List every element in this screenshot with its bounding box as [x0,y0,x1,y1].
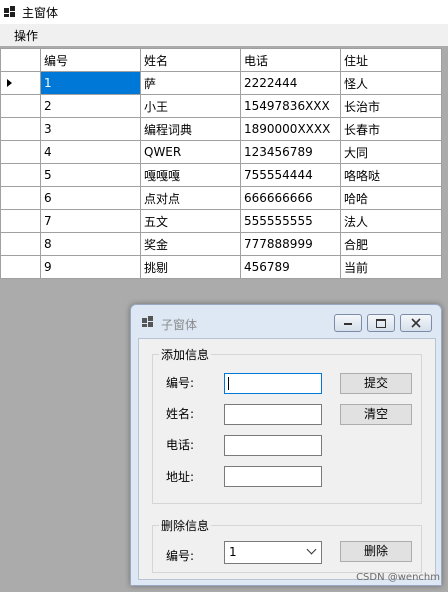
cell-id[interactable]: 2 [40,94,141,118]
child-window-title: 子窗体 [161,318,198,332]
main-title-bar: 主窗体 [0,0,448,24]
cell-id[interactable]: 9 [40,255,141,279]
column-header-address[interactable]: 住址 [340,48,442,72]
cell-name[interactable]: 嘎嘎嘎 [140,163,241,187]
cell-phone[interactable]: 755554444 [240,163,341,187]
grid-header-row: 编号 姓名 电话 住址 [0,48,442,72]
delete-id-label: 编号: [166,549,195,563]
close-icon [411,318,421,328]
address-input[interactable] [224,466,322,487]
row-header[interactable] [0,71,41,95]
id-label: 编号: [166,376,195,390]
cell-name[interactable]: 萨 [140,71,241,95]
restore-button[interactable] [367,314,395,332]
row-header[interactable] [0,94,41,118]
address-label: 地址: [166,470,195,484]
delete-button[interactable]: 删除 [340,541,412,562]
table-row[interactable]: 8 奖金 777888999 合肥 [0,232,442,256]
menu-operate[interactable]: 操作 [14,27,38,44]
table-row[interactable]: 7 五文 555555555 法人 [0,209,442,233]
cell-name[interactable]: 小王 [140,94,241,118]
cell-id[interactable]: 4 [40,140,141,164]
cell-name[interactable]: 五文 [140,209,241,233]
phone-input[interactable] [224,435,322,456]
cell-name[interactable]: 奖金 [140,232,241,256]
cell-phone[interactable]: 456789 [240,255,341,279]
column-header-phone[interactable]: 电话 [240,48,341,72]
table-row[interactable]: 2 小王 15497836XXX 长治市 [0,94,442,118]
cell-name[interactable]: QWER [140,140,241,164]
id-input[interactable] [224,373,322,394]
cell-name[interactable]: 挑剔 [140,255,241,279]
add-info-group: 添加信息 编号: 姓名: 电话: 地址: 提交 清空 [152,346,422,504]
cell-address[interactable]: 合肥 [340,232,442,256]
cell-phone[interactable]: 123456789 [240,140,341,164]
cell-phone[interactable]: 15497836XXX [240,94,341,118]
row-header[interactable] [0,140,41,164]
cell-id[interactable]: 1 [40,71,141,95]
child-window: 子窗体 添加信息 编号: 姓名: 电话: 地址: 提交 清空 删除信息 编号: … [130,304,442,586]
delete-info-group: 删除信息 编号: 1 删除 [152,517,422,573]
delete-info-group-title: 删除信息 [159,517,212,534]
delete-id-select-value: 1 [229,545,237,559]
table-row[interactable]: 6 点对点 666666666 哈哈 [0,186,442,210]
main-window-title: 主窗体 [22,6,59,20]
restore-icon [376,319,386,328]
cell-address[interactable]: 当前 [340,255,442,279]
row-header[interactable] [0,255,41,279]
clear-button[interactable]: 清空 [340,404,412,425]
cell-phone[interactable]: 777888999 [240,232,341,256]
cell-name[interactable]: 点对点 [140,186,241,210]
row-header[interactable] [0,117,41,141]
cell-id[interactable]: 5 [40,163,141,187]
name-input[interactable] [224,404,322,425]
minimize-button[interactable] [334,314,362,332]
cell-id[interactable]: 3 [40,117,141,141]
row-header[interactable] [0,186,41,210]
watermark: CSDN @wenchm [356,572,440,583]
cell-phone[interactable]: 666666666 [240,186,341,210]
chevron-down-icon[interactable] [306,544,317,555]
child-title-bar[interactable]: 子窗体 [131,305,441,337]
table-row[interactable]: 5 嘎嘎嘎 755554444 咯咯哒 [0,163,442,187]
table-row[interactable]: 4 QWER 123456789 大同 [0,140,442,164]
table-row[interactable]: 3 编程词典 1890000XXXX 长春市 [0,117,442,141]
name-label: 姓名: [166,407,195,421]
cell-address[interactable]: 长治市 [340,94,442,118]
cell-id[interactable]: 6 [40,186,141,210]
menu-bar: 操作 [0,24,448,46]
text-caret [228,377,229,390]
cell-address[interactable]: 大同 [340,140,442,164]
window-icon [4,6,15,17]
cell-address[interactable]: 法人 [340,209,442,233]
current-row-arrow-icon [7,79,12,87]
table-row[interactable]: 1 萨 2222444 怪人 [0,71,442,95]
table-row[interactable]: 9 挑剔 456789 当前 [0,255,442,279]
close-button[interactable] [400,314,432,332]
phone-label: 电话: [166,438,195,452]
cell-id[interactable]: 8 [40,232,141,256]
cell-name[interactable]: 编程词典 [140,117,241,141]
cell-id[interactable]: 7 [40,209,141,233]
row-header[interactable] [0,232,41,256]
cell-address[interactable]: 长春市 [340,117,442,141]
add-info-group-title: 添加信息 [159,346,212,363]
cell-address[interactable]: 咯咯哒 [340,163,442,187]
column-header-id[interactable]: 编号 [40,48,141,72]
data-grid[interactable]: 编号 姓名 电话 住址 1 萨 2222444 怪人 2 小王 15497836XXX 长治市… [0,48,442,279]
cell-address[interactable]: 哈哈 [340,186,442,210]
grid-corner-header[interactable] [0,48,41,72]
minimize-icon [344,323,352,325]
cell-phone[interactable]: 2222444 [240,71,341,95]
column-header-name[interactable]: 姓名 [140,48,241,72]
cell-address[interactable]: 怪人 [340,71,442,95]
delete-id-select[interactable]: 1 [224,541,322,564]
child-client-area: 添加信息 编号: 姓名: 电话: 地址: 提交 清空 删除信息 编号: 1 删除 [138,338,436,580]
row-header[interactable] [0,209,41,233]
child-window-icon [142,316,153,327]
cell-phone[interactable]: 1890000XXXX [240,117,341,141]
submit-button[interactable]: 提交 [340,373,412,394]
cell-phone[interactable]: 555555555 [240,209,341,233]
row-header[interactable] [0,163,41,187]
